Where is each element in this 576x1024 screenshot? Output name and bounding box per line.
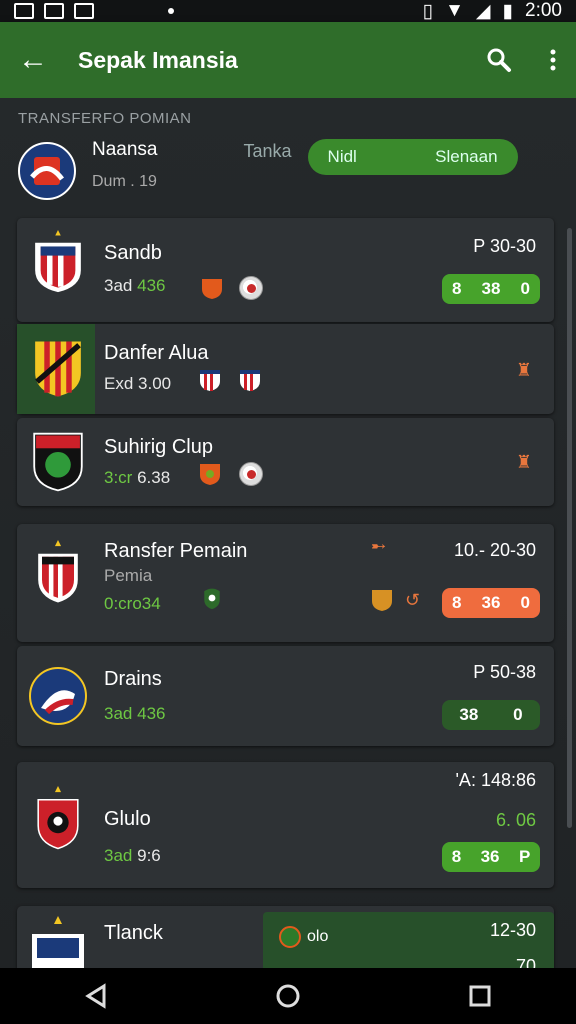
swap-icon[interactable]: ↺ xyxy=(405,590,420,611)
app-bar: ← Sepak Imansia xyxy=(0,22,576,98)
back-nav-icon[interactable] xyxy=(84,983,108,1009)
summary-row: Naansa Dum . 19 Tanka Nidl Slenaan xyxy=(0,135,576,213)
soccer-ball-icon xyxy=(239,462,263,486)
photo-icon xyxy=(44,3,64,19)
club-name: Ransfer Pemain xyxy=(104,540,248,562)
club-name: Tlanck xyxy=(104,922,163,944)
score-text: 10.- 20-30 xyxy=(453,540,536,560)
status-bar: ▯ ▼ ◢ ▮ 2:00 xyxy=(0,0,576,22)
search-icon[interactable] xyxy=(486,47,512,73)
points-badge[interactable]: 8 38 0 xyxy=(442,274,540,304)
club-crest-icon xyxy=(32,916,84,968)
club-card[interactable]: Tlanck olo 12-30 70 xyxy=(17,906,554,968)
small-crest-icon xyxy=(200,464,220,485)
small-crest-icon xyxy=(204,588,220,610)
score-text: P 50-38 xyxy=(473,662,536,682)
score-text: P 30-30 xyxy=(473,236,536,256)
club-crest-icon xyxy=(38,540,78,603)
tag-text: olo xyxy=(307,928,329,945)
recents-nav-icon[interactable] xyxy=(468,984,492,1008)
club-stat: Exd 3.00 xyxy=(104,374,172,393)
pill-tab-1[interactable]: Nidl xyxy=(328,147,357,167)
club-stat: 0:cro34 xyxy=(104,594,161,613)
small-crest-icon xyxy=(372,590,392,611)
more-vert-icon[interactable] xyxy=(548,47,558,73)
image-icon xyxy=(14,3,34,19)
club-name: Drains xyxy=(104,668,162,690)
club-crest-icon xyxy=(37,786,79,850)
soccer-ball-icon xyxy=(239,276,263,300)
small-crest-icon xyxy=(240,370,260,391)
club-crest-icon xyxy=(33,432,83,492)
club-stat: 3ad 9:6 xyxy=(104,846,161,865)
club-name: Sandb xyxy=(104,242,162,264)
wifi-icon: ▼ xyxy=(445,0,464,21)
small-crest-icon xyxy=(202,279,222,299)
club-name: Suhirig Clup xyxy=(104,436,213,458)
filter-pill[interactable]: Nidl Slenaan xyxy=(307,139,518,175)
club-card[interactable]: Glulo 3ad 9:6 'A: 148:86 6. 06 8 36 P xyxy=(17,762,554,888)
arrow-icon: ➸ xyxy=(371,536,387,556)
signal-icon: ◢ xyxy=(475,0,491,22)
club-stat: 3ad 436 xyxy=(104,276,166,295)
tab-tanka[interactable]: Tanka xyxy=(244,141,292,162)
back-arrow-icon[interactable]: ← xyxy=(18,43,78,77)
club-stat: 3:cr 6.38 xyxy=(104,468,171,487)
summary-name: Naansa xyxy=(92,139,158,160)
club-card[interactable]: Drains 3ad 436 P 50-38 38 0 xyxy=(17,646,554,746)
score-text: 12-30 xyxy=(489,920,536,940)
system-nav-bar xyxy=(0,968,576,1024)
pill-tab-2[interactable]: Slenaan xyxy=(435,147,497,167)
block-icon xyxy=(74,3,94,19)
score-secondary: 6. 06 xyxy=(495,810,536,830)
club-name: Danfer Alua xyxy=(104,342,209,364)
section-label: TRANSFERFO POMIAN xyxy=(18,110,192,127)
club-crest-icon xyxy=(29,667,87,725)
score-secondary: 70 xyxy=(515,956,536,968)
club-card[interactable]: Suhirig Clup 3:cr 6.38 ♜ xyxy=(17,418,554,506)
summary-sub: Dum . 19 xyxy=(92,173,157,190)
club-stat: 3ad 436 xyxy=(104,704,166,723)
club-card[interactable]: Danfer Alua Exd 3.00 ♜ xyxy=(17,324,554,414)
club-card[interactable]: Sandb 3ad 436 P 30-30 8 38 0 xyxy=(17,218,554,322)
club-crest-icon xyxy=(18,142,76,200)
points-badge[interactable]: 8 36 0 xyxy=(442,588,540,618)
small-crest-icon xyxy=(200,370,220,391)
score-text: 'A: 148:86 xyxy=(455,770,537,790)
clock: 2:00 xyxy=(525,0,562,21)
club-crest-icon xyxy=(35,341,81,397)
club-subtitle: Pemia xyxy=(104,566,153,585)
club-card[interactable]: Ransfer Pemain Pemia 0:cro34 ➸ ↺ 10.- 20… xyxy=(17,524,554,642)
notification-icons xyxy=(14,3,174,19)
content-area[interactable]: TRANSFERFO POMIAN Naansa Dum . 19 Tanka … xyxy=(0,98,576,968)
vibrate-icon: ▯ xyxy=(422,0,434,22)
scrollbar[interactable] xyxy=(567,228,572,828)
page-title: Sepak Imansia xyxy=(78,46,238,73)
points-badge[interactable]: 38 0 xyxy=(442,700,540,730)
club-crest-icon xyxy=(35,230,81,293)
club-badge-icon xyxy=(279,926,301,948)
transfer-icon[interactable]: ♜ xyxy=(516,452,532,473)
battery-icon: ▮ xyxy=(502,0,514,22)
points-badge[interactable]: 8 36 P xyxy=(442,842,540,872)
dot-icon xyxy=(168,8,174,14)
club-name: Glulo xyxy=(104,808,151,830)
transfer-icon[interactable]: ♜ xyxy=(516,360,532,381)
home-nav-icon[interactable] xyxy=(275,983,301,1009)
